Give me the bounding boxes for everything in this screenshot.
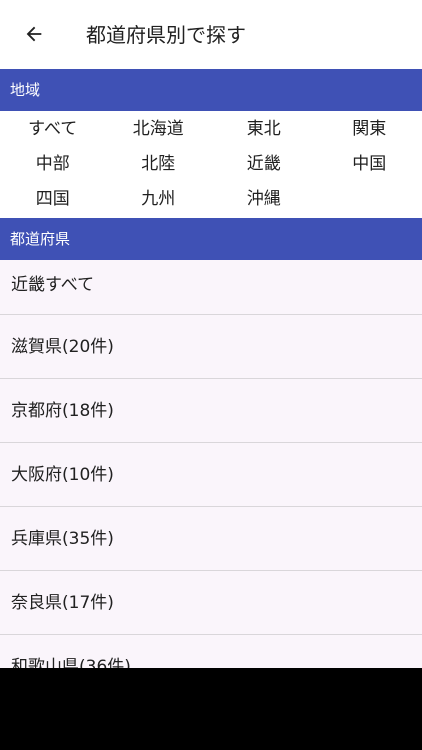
- region-chubu[interactable]: 中部: [0, 147, 106, 182]
- bottom-black-bar: [0, 668, 422, 750]
- list-item-osaka[interactable]: 大阪府(10件): [0, 443, 422, 507]
- region-kyushu[interactable]: 九州: [106, 182, 212, 217]
- list-item-hyogo[interactable]: 兵庫県(35件): [0, 507, 422, 571]
- list-item-shiga[interactable]: 滋賀県(20件): [0, 315, 422, 379]
- region-okinawa[interactable]: 沖縄: [211, 182, 317, 217]
- prefecture-list: 近畿すべて 滋賀県(20件) 京都府(18件) 大阪府(10件) 兵庫県(35件…: [0, 260, 422, 668]
- region-tohoku[interactable]: 東北: [211, 112, 317, 147]
- region-hokkaido[interactable]: 北海道: [106, 112, 212, 147]
- region-hokuriku[interactable]: 北陸: [106, 147, 212, 182]
- back-button[interactable]: [14, 14, 54, 54]
- list-item-nara[interactable]: 奈良県(17件): [0, 571, 422, 635]
- region-all[interactable]: すべて: [0, 112, 106, 147]
- region-kinki[interactable]: 近畿: [211, 147, 317, 182]
- region-grid: すべて 北海道 東北 関東 中部 北陸 近畿 中国 四国 九州 沖縄: [0, 111, 422, 218]
- region-chugoku[interactable]: 中国: [317, 147, 422, 182]
- region-shikoku[interactable]: 四国: [0, 182, 106, 217]
- region-section-header: 地域: [0, 69, 422, 111]
- page-title: 都道府県別で探す: [86, 23, 246, 47]
- screen: 都道府県別で探す 地域 すべて 北海道 東北 関東 中部 北陸 近畿 中国 四国…: [0, 0, 422, 668]
- list-item-kinki-all[interactable]: 近畿すべて: [0, 260, 422, 315]
- list-item-wakayama[interactable]: 和歌山県(36件): [0, 635, 422, 669]
- arrow-left-icon: [26, 26, 42, 42]
- prefecture-section-header: 都道府県: [0, 218, 422, 260]
- region-kanto[interactable]: 関東: [317, 112, 422, 147]
- list-item-kyoto[interactable]: 京都府(18件): [0, 379, 422, 443]
- app-bar: 都道府県別で探す: [0, 0, 422, 69]
